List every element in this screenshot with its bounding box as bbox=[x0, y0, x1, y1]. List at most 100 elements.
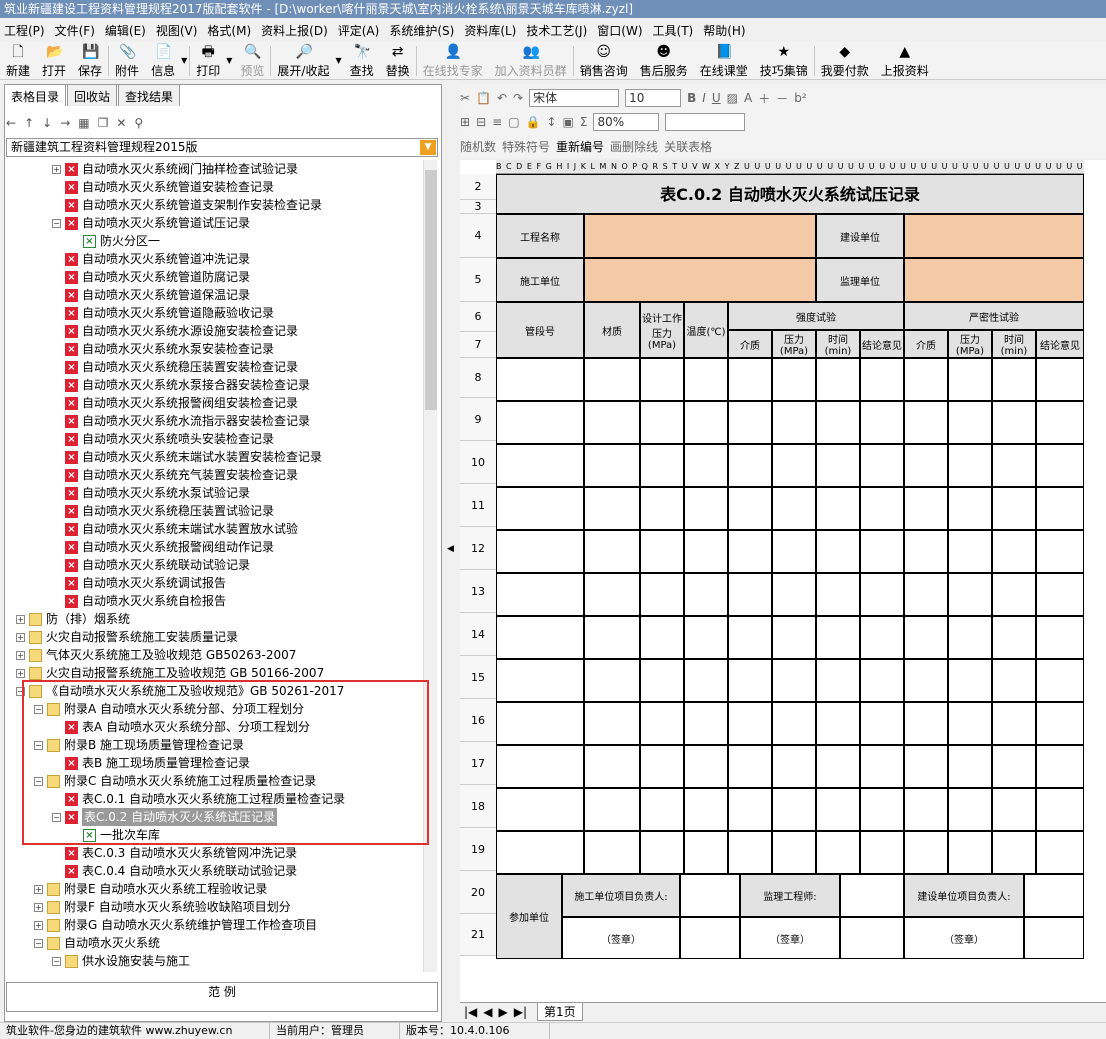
chevron-down-icon[interactable]: ▼ bbox=[420, 140, 436, 155]
zoom-out-icon[interactable]: － bbox=[776, 90, 788, 107]
data-cell[interactable] bbox=[728, 401, 772, 444]
data-cell[interactable] bbox=[640, 444, 684, 487]
service-button[interactable]: ☻ 售后服务 bbox=[634, 42, 694, 78]
data-cell[interactable] bbox=[772, 659, 816, 702]
data-cell[interactable] bbox=[772, 401, 816, 444]
add-table-icon[interactable]: ▦ bbox=[78, 116, 89, 130]
data-cell[interactable] bbox=[496, 530, 584, 573]
data-cell[interactable] bbox=[584, 659, 640, 702]
row-header[interactable]: 5 bbox=[460, 258, 496, 302]
data-cell[interactable] bbox=[816, 487, 860, 530]
data-cell[interactable] bbox=[496, 659, 584, 702]
tree-item[interactable]: × 自动喷水灭火系统水源设施安装检查记录 bbox=[52, 322, 298, 340]
prev-sheet-icon[interactable]: ◀ bbox=[483, 1005, 492, 1019]
menu-item-3[interactable]: 视图(V) bbox=[156, 22, 198, 39]
data-cell[interactable] bbox=[584, 530, 640, 573]
data-cell[interactable] bbox=[728, 702, 772, 745]
tree-item[interactable]: × 表C.0.4 自动喷水灭火系统联动试验记录 bbox=[52, 862, 297, 880]
data-cell[interactable] bbox=[904, 616, 948, 659]
split-icon[interactable]: ⊟ bbox=[476, 115, 486, 129]
menu-item-2[interactable]: 编辑(E) bbox=[105, 22, 146, 39]
zoom-select[interactable]: 80% bbox=[593, 113, 660, 131]
data-cell[interactable] bbox=[904, 444, 948, 487]
data-cell[interactable] bbox=[860, 530, 904, 573]
tree-item[interactable]: − × 自动喷水灭火系统管道试压记录 bbox=[52, 214, 250, 232]
save-button[interactable]: 💾 保存 bbox=[72, 42, 108, 78]
scrollbar-thumb[interactable] bbox=[425, 170, 437, 410]
underline-icon[interactable]: U bbox=[712, 91, 721, 105]
data-cell[interactable] bbox=[684, 401, 728, 444]
data-cell[interactable] bbox=[584, 487, 640, 530]
tree-item[interactable]: × 自动喷水灭火系统水泵试验记录 bbox=[52, 484, 250, 502]
row-header[interactable]: 2 bbox=[460, 174, 496, 200]
project-name-input[interactable] bbox=[584, 214, 816, 258]
data-cell[interactable] bbox=[860, 788, 904, 831]
data-cell[interactable] bbox=[640, 487, 684, 530]
row-header[interactable]: 11 bbox=[460, 484, 496, 527]
data-cell[interactable] bbox=[684, 702, 728, 745]
row-header[interactable]: 8 bbox=[460, 358, 496, 398]
collapse-arrow-icon[interactable]: ◀ bbox=[447, 544, 454, 554]
tree-item[interactable]: × 自动喷水灭火系统水泵安装检查记录 bbox=[52, 340, 274, 358]
build-seal-space[interactable] bbox=[1024, 917, 1084, 959]
copy-icon[interactable]: ❐ bbox=[98, 116, 109, 130]
collapse-icon[interactable]: − bbox=[34, 938, 43, 948]
special-symbol-button[interactable]: 特殊符号 bbox=[502, 138, 550, 155]
sales-button[interactable]: ☺ 销售咨询 bbox=[574, 42, 634, 78]
row-header[interactable]: 17 bbox=[460, 742, 496, 785]
row-header[interactable]: 21 bbox=[460, 914, 496, 956]
menu-item-0[interactable]: 工程(P) bbox=[4, 22, 45, 39]
tree-item[interactable]: × 自动喷水灭火系统管道冲洗记录 bbox=[52, 250, 250, 268]
expand-icon[interactable]: + bbox=[34, 920, 43, 930]
line-spacing-icon[interactable]: ↕ bbox=[546, 115, 556, 129]
data-cell[interactable] bbox=[948, 444, 992, 487]
data-cell[interactable] bbox=[772, 573, 816, 616]
data-cell[interactable] bbox=[728, 573, 772, 616]
expand-icon[interactable]: + bbox=[34, 902, 43, 912]
data-cell[interactable] bbox=[640, 358, 684, 401]
data-cell[interactable] bbox=[584, 745, 640, 788]
data-cell[interactable] bbox=[904, 401, 948, 444]
menu-item-8[interactable]: 资料库(L) bbox=[464, 22, 516, 39]
data-cell[interactable] bbox=[904, 659, 948, 702]
arrow-right-icon[interactable]: → bbox=[60, 116, 70, 130]
random-number-button[interactable]: 随机数 bbox=[460, 138, 496, 155]
next-sheet-icon[interactable]: ▶ bbox=[499, 1005, 508, 1019]
link-table-button[interactable]: 关联表格 bbox=[664, 138, 712, 155]
data-cell[interactable] bbox=[728, 358, 772, 401]
data-cell[interactable] bbox=[1036, 788, 1084, 831]
data-cell[interactable] bbox=[728, 444, 772, 487]
data-cell[interactable] bbox=[584, 573, 640, 616]
filter-icon[interactable]: ⚲ bbox=[134, 116, 143, 130]
expand-icon[interactable]: + bbox=[34, 884, 43, 894]
image-icon[interactable]: ▣ bbox=[563, 115, 574, 129]
data-cell[interactable] bbox=[1036, 401, 1084, 444]
data-cell[interactable] bbox=[948, 659, 992, 702]
menu-item-4[interactable]: 格式(M) bbox=[207, 22, 251, 39]
menu-item-9[interactable]: 技术工艺(J) bbox=[526, 22, 587, 39]
find-button[interactable]: 🔭 查找 bbox=[344, 42, 380, 78]
arrow-left-icon[interactable]: ← bbox=[6, 116, 16, 130]
data-cell[interactable] bbox=[992, 788, 1036, 831]
tree-item[interactable]: + 防（排）烟系统 bbox=[16, 610, 130, 628]
bold-icon[interactable]: B bbox=[687, 91, 696, 105]
first-sheet-icon[interactable]: |◀ bbox=[464, 1005, 477, 1019]
tree-item[interactable]: × 自动喷水灭火系统末端试水装置安装检查记录 bbox=[52, 448, 322, 466]
tree-item[interactable]: + 气体灭火系统施工及验收规范 GB50263-2007 bbox=[16, 646, 296, 664]
data-cell[interactable] bbox=[992, 358, 1036, 401]
data-cell[interactable] bbox=[992, 702, 1036, 745]
cut-icon[interactable]: ✂ bbox=[460, 91, 470, 105]
data-cell[interactable] bbox=[772, 358, 816, 401]
data-cell[interactable] bbox=[816, 745, 860, 788]
arrow-down-icon[interactable]: ↓ bbox=[42, 116, 52, 130]
data-cell[interactable] bbox=[772, 788, 816, 831]
data-cell[interactable] bbox=[1036, 745, 1084, 788]
tree-item[interactable]: × 自动喷水灭火系统水流指示器安装检查记录 bbox=[52, 412, 310, 430]
data-cell[interactable] bbox=[992, 530, 1036, 573]
row-header[interactable]: 15 bbox=[460, 656, 496, 699]
data-cell[interactable] bbox=[904, 702, 948, 745]
row-header[interactable]: 18 bbox=[460, 785, 496, 828]
data-cell[interactable] bbox=[728, 659, 772, 702]
data-cell[interactable] bbox=[772, 831, 816, 874]
row-header[interactable]: 19 bbox=[460, 828, 496, 871]
